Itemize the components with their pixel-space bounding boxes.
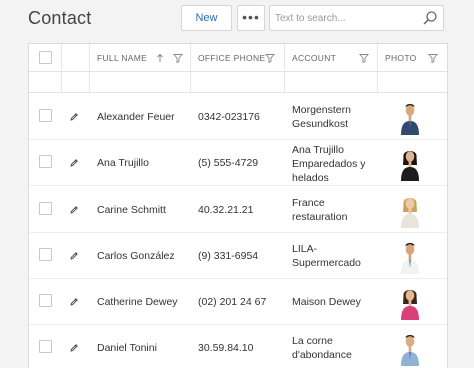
cell-office-phone: (9) 331-6954 bbox=[198, 250, 259, 262]
cell-full-name: Carlos González bbox=[97, 250, 175, 262]
filter-icon[interactable] bbox=[173, 53, 183, 63]
cell-account[interactable]: France restauration bbox=[292, 196, 347, 224]
account-line: La corne bbox=[292, 335, 333, 347]
contact-grid: FULL NAME OFFICE PHONE ACCOUNT PHOTO Ale… bbox=[28, 43, 448, 368]
table-row[interactable]: Carine Schmitt 40.32.21.21 France restaurat… bbox=[29, 187, 447, 233]
filter-row[interactable] bbox=[29, 72, 447, 93]
column-divider bbox=[61, 44, 62, 93]
column-divider bbox=[190, 44, 191, 93]
filter-icon[interactable] bbox=[428, 53, 438, 63]
edit-pencil-icon[interactable] bbox=[69, 343, 79, 353]
contact-photo bbox=[401, 334, 419, 366]
cell-full-name: Catherine Dewey bbox=[97, 296, 178, 308]
search-icon[interactable] bbox=[422, 10, 438, 26]
account-line: Morgenstern bbox=[292, 104, 351, 116]
search-input[interactable] bbox=[270, 6, 420, 30]
column-divider[interactable] bbox=[377, 44, 378, 93]
column-divider bbox=[89, 44, 90, 93]
cell-account[interactable]: Maison Dewey bbox=[292, 295, 361, 309]
edit-pencil-icon[interactable] bbox=[69, 158, 79, 168]
cell-full-name: Daniel Tonini bbox=[97, 342, 157, 354]
cell-office-phone: 30.59.84.10 bbox=[198, 342, 254, 354]
account-line: d'abondance bbox=[292, 349, 352, 361]
search-box bbox=[269, 5, 444, 31]
column-header-photo[interactable]: PHOTO bbox=[385, 44, 417, 72]
row-checkbox[interactable] bbox=[39, 155, 52, 168]
table-row[interactable]: Daniel Tonini 30.59.84.10 La corne d'abonda… bbox=[29, 325, 447, 368]
account-line: LILA- bbox=[292, 243, 318, 255]
edit-pencil-icon[interactable] bbox=[69, 251, 79, 261]
contact-photo bbox=[401, 151, 419, 181]
column-header-account[interactable]: ACCOUNT bbox=[292, 44, 336, 72]
edit-pencil-icon[interactable] bbox=[69, 205, 79, 215]
account-line: France bbox=[292, 197, 325, 209]
row-checkbox[interactable] bbox=[39, 340, 52, 353]
cell-office-phone: 0342-023176 bbox=[198, 111, 260, 123]
account-line: Ana Trujillo bbox=[292, 144, 344, 156]
filter-icon[interactable] bbox=[359, 53, 369, 63]
contact-photo bbox=[401, 290, 419, 320]
account-line: Emparedados y bbox=[292, 158, 366, 170]
cell-account[interactable]: Ana Trujillo Emparedados y helados bbox=[292, 143, 366, 185]
row-checkbox[interactable] bbox=[39, 202, 52, 215]
account-line: Gesundkost bbox=[292, 118, 349, 130]
account-line: restauration bbox=[292, 211, 348, 223]
page-title: Contact bbox=[28, 8, 92, 28]
cell-full-name: Ana Trujillo bbox=[97, 157, 149, 169]
edit-pencil-icon[interactable] bbox=[69, 112, 79, 122]
contact-photo bbox=[401, 242, 419, 274]
column-header-office-phone[interactable]: OFFICE PHONE bbox=[198, 44, 265, 72]
top-bar: Contact New ••• bbox=[0, 0, 474, 38]
cell-account[interactable]: LILA- Supermercado bbox=[292, 242, 361, 270]
row-checkbox[interactable] bbox=[39, 248, 52, 261]
account-line: Supermercado bbox=[292, 257, 361, 269]
more-options-button[interactable]: ••• bbox=[237, 5, 265, 31]
table-row[interactable]: Ana Trujillo (5) 555-4729 Ana Trujillo Empa… bbox=[29, 140, 447, 186]
contact-photo bbox=[401, 198, 419, 228]
table-row[interactable]: Catherine Dewey (02) 201 24 67 Maison Dewe… bbox=[29, 279, 447, 325]
account-line: Maison Dewey bbox=[292, 296, 361, 308]
cell-account[interactable]: La corne d'abondance bbox=[292, 334, 352, 362]
sort-ascending-icon[interactable] bbox=[155, 53, 165, 63]
row-checkbox[interactable] bbox=[39, 109, 52, 122]
edit-pencil-icon[interactable] bbox=[69, 297, 79, 307]
table-row[interactable]: Alexander Feuer 0342-023176 Morgenstern Ges… bbox=[29, 94, 447, 140]
cell-office-phone: (5) 555-4729 bbox=[198, 157, 259, 169]
column-header-full-name[interactable]: FULL NAME bbox=[97, 44, 147, 72]
table-row[interactable]: Carlos González (9) 331-6954 LILA- Supermer… bbox=[29, 233, 447, 279]
account-line: helados bbox=[292, 172, 329, 184]
cell-office-phone: 40.32.21.21 bbox=[198, 204, 254, 216]
column-divider bbox=[284, 44, 285, 93]
cell-office-phone: (02) 201 24 67 bbox=[198, 296, 267, 308]
cell-account[interactable]: Morgenstern Gesundkost bbox=[292, 103, 351, 131]
select-all-checkbox[interactable] bbox=[39, 51, 52, 64]
contact-photo bbox=[401, 103, 419, 135]
grid-header: FULL NAME OFFICE PHONE ACCOUNT PHOTO bbox=[29, 44, 447, 72]
cell-full-name: Carine Schmitt bbox=[97, 204, 166, 216]
cell-full-name: Alexander Feuer bbox=[97, 111, 175, 123]
filter-icon[interactable] bbox=[265, 53, 275, 63]
row-checkbox[interactable] bbox=[39, 294, 52, 307]
new-button[interactable]: New bbox=[181, 5, 232, 31]
